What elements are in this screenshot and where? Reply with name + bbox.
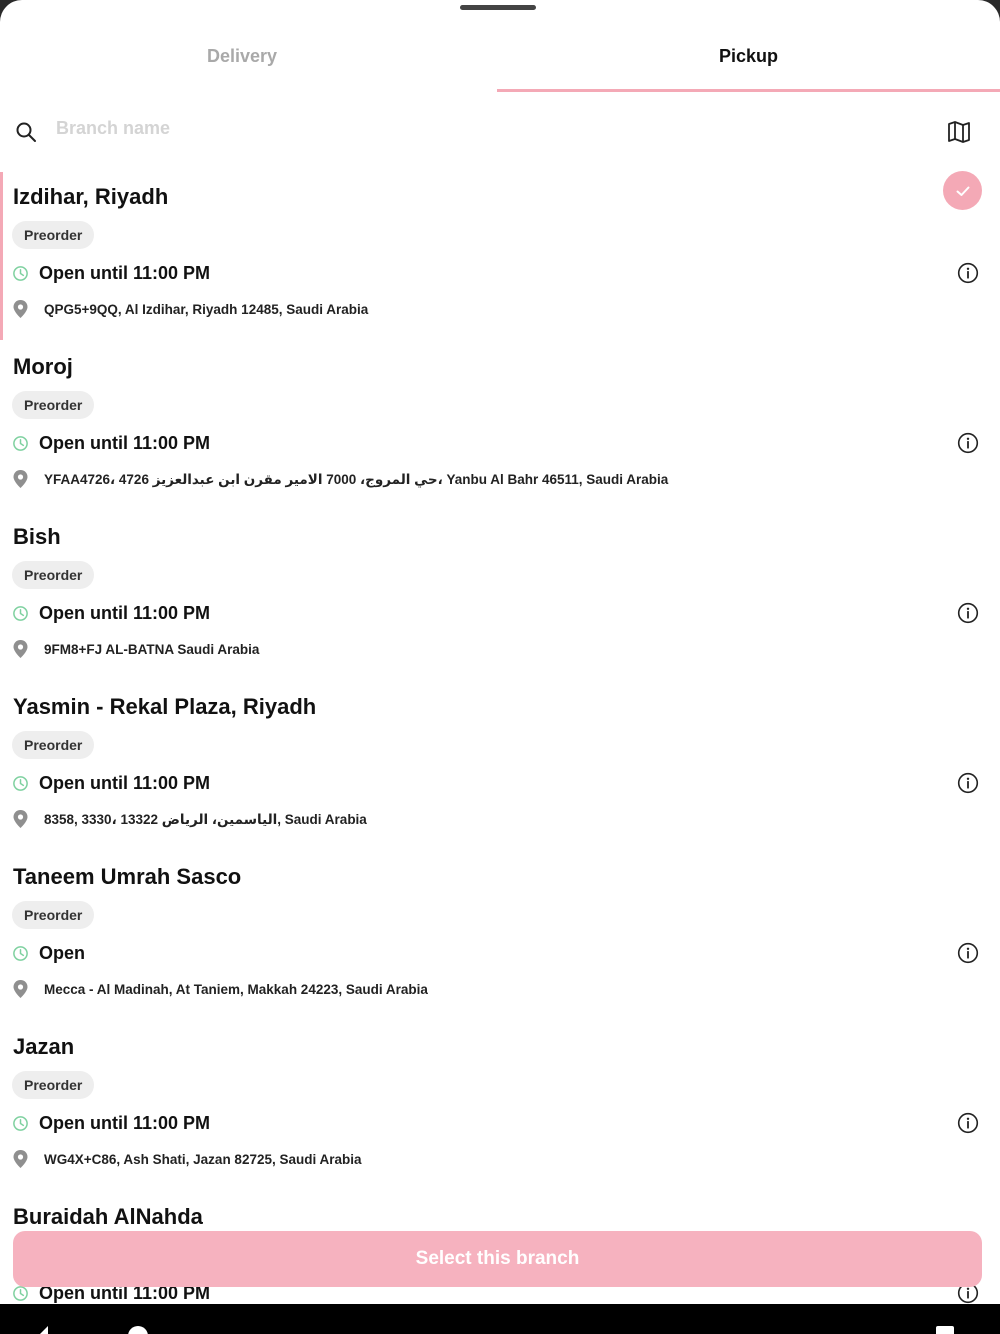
branch-address: 8358, 3330، الياسمين، الرياض 13322, Saud… xyxy=(44,812,367,827)
location-pin-icon xyxy=(13,300,28,318)
info-icon[interactable] xyxy=(957,602,979,624)
branch-selection-sheet: Delivery Pickup Izdihar, Riyadh Preorder … xyxy=(0,0,1000,1304)
branch-name: Izdihar, Riyadh xyxy=(13,184,169,209)
branch-item[interactable]: Yasmin - Rekal Plaza, Riyadh Preorder Ope… xyxy=(0,680,1000,850)
branch-address: Mecca - Al Madinah, At Taniem, Makkah 24… xyxy=(44,982,428,997)
opening-hours: Open until 11:00 PM xyxy=(39,603,211,623)
opening-hours: Open until 11:00 PM xyxy=(39,263,211,283)
clock-icon xyxy=(13,266,28,281)
preorder-badge: Preorder xyxy=(12,221,95,249)
branch-name: Moroj xyxy=(13,354,73,379)
preorder-badge: Preorder xyxy=(12,561,95,589)
search-icon xyxy=(16,122,36,142)
branch-item[interactable]: Bish Preorder Open until 11:00 PM 9FM8+FJ… xyxy=(0,510,1000,680)
branch-name: Yasmin - Rekal Plaza, Riyadh xyxy=(13,694,317,719)
check-icon xyxy=(956,186,969,196)
order-type-tabs: Delivery Pickup xyxy=(0,18,1000,94)
branch-address: WG4X+C86, Ash Shati, Jazan 82725, Saudi … xyxy=(44,1152,362,1167)
branch-item[interactable]: Taneem Umrah Sasco Preorder Open Mecca - … xyxy=(0,850,1000,1020)
system-navigation-bar xyxy=(0,1304,1000,1334)
clock-icon xyxy=(13,1116,28,1131)
branch-search-input[interactable] xyxy=(56,112,916,144)
recent-apps-icon[interactable] xyxy=(936,1326,954,1334)
branch-address: YFAA4726، 4726 حي المروج، 7000 الامير مق… xyxy=(44,472,669,487)
branch-name: Bish xyxy=(13,524,61,549)
branch-list: Izdihar, Riyadh Preorder Open until 11:00… xyxy=(0,170,1000,1304)
preorder-badge: Preorder xyxy=(12,391,95,419)
branch-name: Buraidah AlNahda xyxy=(13,1204,203,1229)
location-pin-icon xyxy=(13,640,28,658)
info-icon[interactable] xyxy=(957,262,979,284)
opening-hours: Open until 11:00 PM xyxy=(39,773,211,793)
location-pin-icon xyxy=(13,810,28,828)
info-icon[interactable] xyxy=(957,942,979,964)
clock-icon xyxy=(13,776,28,791)
branch-address: 9FM8+FJ AL-BATNA Saudi Arabia xyxy=(44,642,260,657)
info-icon[interactable] xyxy=(957,432,979,454)
clock-icon xyxy=(13,1286,28,1301)
location-pin-icon xyxy=(13,470,28,488)
branch-item[interactable]: Moroj Preorder Open until 11:00 PM YFAA47… xyxy=(0,340,1000,510)
search-bar xyxy=(0,100,1000,160)
preorder-badge: Preorder xyxy=(12,1071,95,1099)
preorder-badge: Preorder xyxy=(12,901,95,929)
clock-icon xyxy=(13,606,28,621)
select-branch-button[interactable]: Select this branch xyxy=(13,1231,982,1287)
clock-icon xyxy=(13,436,28,451)
branch-item[interactable]: Jazan Preorder Open until 11:00 PM WG4X+C… xyxy=(0,1020,1000,1190)
preorder-badge: Preorder xyxy=(12,731,95,759)
branch-name: Jazan xyxy=(13,1034,75,1059)
opening-hours: Open xyxy=(39,943,86,963)
location-pin-icon xyxy=(13,980,28,998)
location-pin-icon xyxy=(13,1150,28,1168)
clock-icon xyxy=(13,946,28,961)
map-icon[interactable] xyxy=(946,119,972,145)
tab-delivery[interactable]: Delivery xyxy=(0,18,492,94)
branch-name: Taneem Umrah Sasco xyxy=(13,864,242,889)
active-tab-indicator xyxy=(497,89,1000,92)
back-icon[interactable] xyxy=(36,1324,56,1334)
branch-address: QPG5+9QQ, Al Izdihar, Riyadh 12485, Saud… xyxy=(44,302,369,317)
sheet-drag-handle[interactable] xyxy=(460,5,536,10)
opening-hours: Open until 11:00 PM xyxy=(39,433,211,453)
home-icon[interactable] xyxy=(128,1326,148,1334)
info-icon[interactable] xyxy=(957,772,979,794)
info-icon[interactable] xyxy=(957,1112,979,1134)
tab-pickup[interactable]: Pickup xyxy=(497,18,1000,94)
branch-item[interactable]: Izdihar, Riyadh Preorder Open until 11:00… xyxy=(0,170,1000,340)
opening-hours: Open until 11:00 PM xyxy=(39,1113,211,1133)
selected-check-badge xyxy=(943,171,982,210)
